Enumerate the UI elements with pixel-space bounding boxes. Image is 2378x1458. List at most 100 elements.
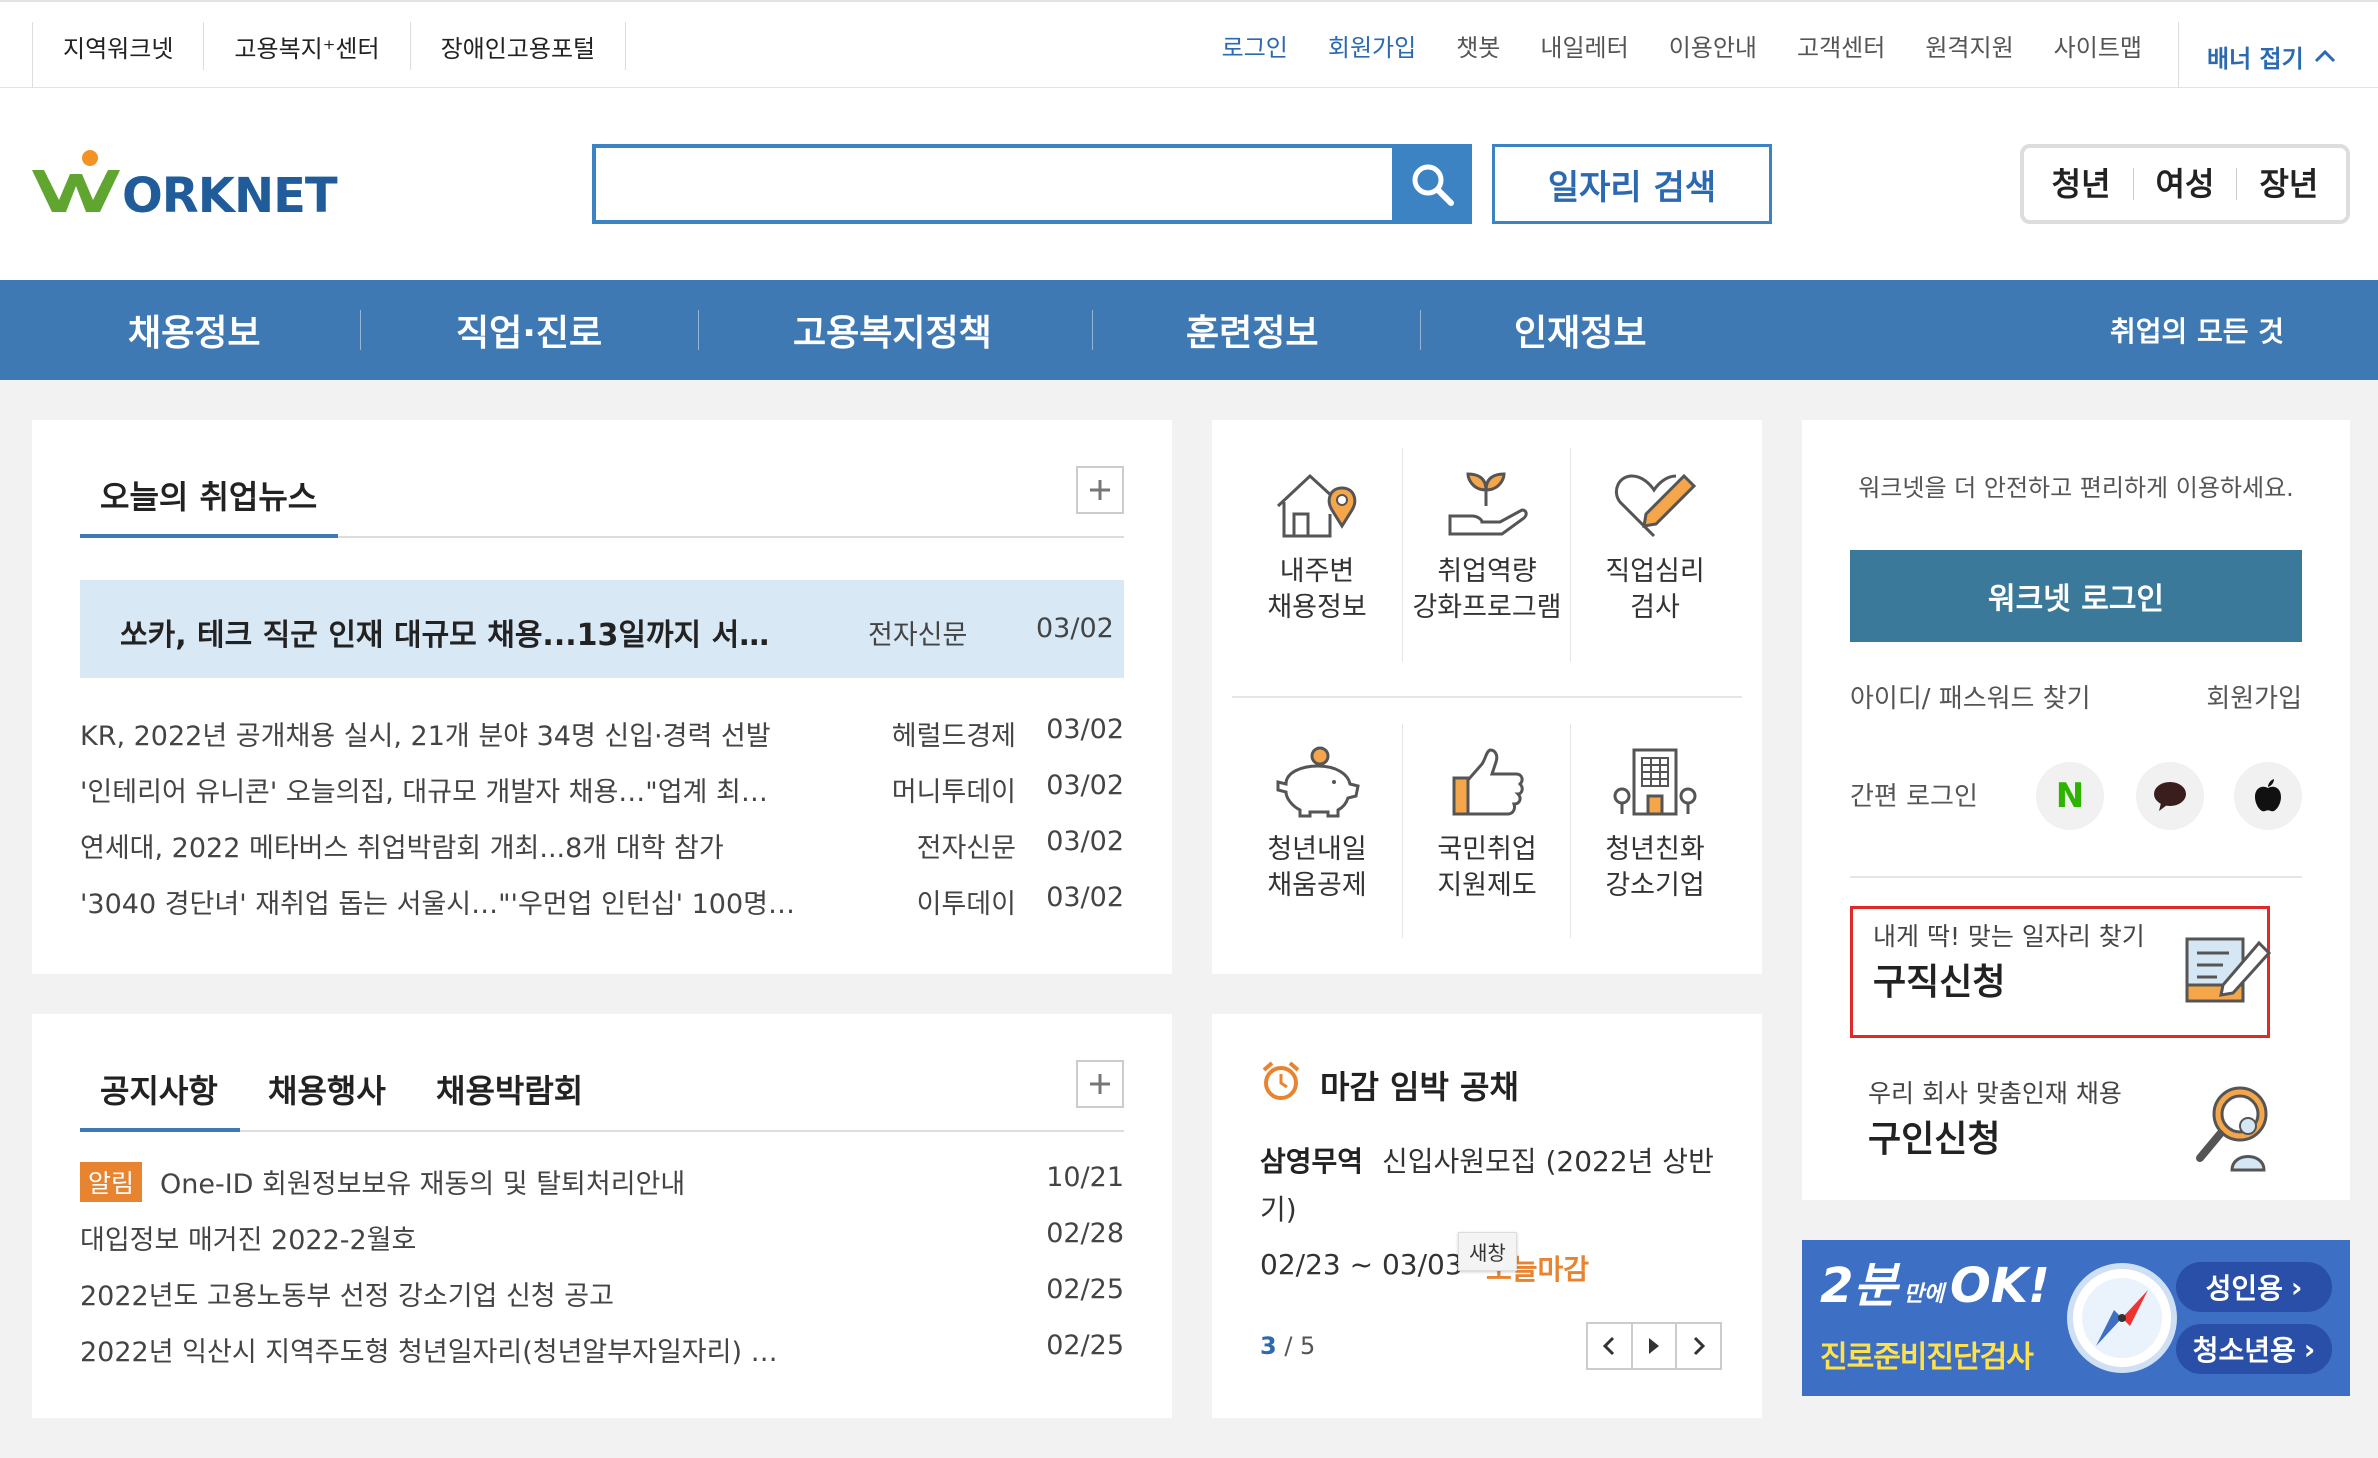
news-list-item[interactable]: '3040 경단녀' 재취업 돕는 서울시…"'우먼업 인턴십' 100명… 이…	[80, 882, 1124, 920]
notice-list-item[interactable]: 2022년도 고용노동부 선정 강소기업 신청 공고 02/25	[80, 1274, 1124, 1312]
news-date: 03/02	[1046, 826, 1124, 857]
sitemap-link[interactable]: 사이트맵	[2054, 28, 2142, 63]
banner-youth-button[interactable]: 청소년용 ›	[2176, 1324, 2332, 1374]
search-box	[592, 144, 1472, 224]
service-nearby-jobs[interactable]: 내주변 채용정보	[1232, 466, 1402, 626]
remote-support-link[interactable]: 원격지원	[1925, 28, 2013, 63]
worknet-logo[interactable]: ORKNET	[30, 148, 338, 220]
news-list-item[interactable]: 연세대, 2022 메타버스 취업박람회 개최...8개 대학 참가 전자신문 …	[80, 826, 1124, 864]
utility-bar: 지역워크넷 고용복지⁺센터 장애인고용포털 로그인 회원가입 챗봇 내일레터 이…	[0, 0, 2378, 90]
nav-training[interactable]: 훈련정보	[1186, 280, 1318, 380]
banner-headline-small: 만에	[1903, 1282, 1945, 1307]
quick-services-panel: 내주변 채용정보 취업역량 강화프로그램 직업심리 검사 청년내일 채움공제 국…	[1212, 420, 1762, 974]
nav-career[interactable]: 직업·진로	[456, 280, 602, 380]
notice-tab-active-bar	[80, 1128, 240, 1132]
service-label-line1: 국민취업	[1437, 834, 1537, 865]
nav-divider	[698, 310, 699, 350]
job-apply-title: 구직신청	[1873, 962, 2006, 1003]
job-search-button[interactable]: 일자리 검색	[1492, 144, 1772, 224]
nav-employment-info[interactable]: 채용정보	[128, 280, 260, 380]
service-psychology-test[interactable]: 직업심리 검사	[1570, 466, 1740, 626]
alert-badge: 알림	[80, 1162, 143, 1202]
signup-link[interactable]: 회원가입	[1328, 28, 1416, 63]
customer-center-link[interactable]: 고객센터	[1797, 28, 1885, 63]
news-list-item[interactable]: '인테리어 유니콘' 오늘의집, 대규모 개발자 채용…"업계 최… 머니투데이…	[80, 770, 1124, 808]
notice-panel: 공지사항 채용행사 채용박람회 알림 One-ID 회원정보보유 재동의 및 탈…	[32, 1014, 1172, 1418]
service-label-line2: 지원제도	[1437, 870, 1537, 901]
service-label-line1: 청년내일	[1267, 834, 1367, 865]
notice-list-item[interactable]: 2022년 익산시 지역주도형 청년일자리(청년알부자일자리) … 02/25	[80, 1330, 1124, 1368]
banner-adult-button[interactable]: 성인용 ›	[2176, 1262, 2332, 1312]
signup-link-panel[interactable]: 회원가입	[2206, 678, 2302, 715]
chevron-up-icon	[2314, 49, 2335, 63]
news-more-button[interactable]	[1076, 466, 1124, 514]
notice-list-item[interactable]: 알림 One-ID 회원정보보유 재동의 및 탈퇴처리안내 10/21	[80, 1162, 1124, 1202]
speech-bubble-icon	[2154, 782, 2186, 811]
heart-pencil-icon	[1615, 473, 1697, 538]
deadline-job-line2[interactable]: 기)	[1260, 1188, 1297, 1228]
news-list-item[interactable]: KR, 2022년 공개채용 실시, 21개 분야 34명 신입·경력 선발 헤…	[80, 714, 1124, 752]
service-national-employment[interactable]: 국민취업 지원제도	[1402, 744, 1572, 904]
service-youth-savings[interactable]: 청년내일 채움공제	[1232, 744, 1402, 904]
pager-next-button[interactable]	[1677, 1324, 1720, 1368]
nav-welfare-policy[interactable]: 고용복지정책	[793, 280, 992, 380]
age-tab-senior[interactable]: 장년	[2237, 168, 2340, 200]
news-title: '인테리어 유니콘' 오늘의집, 대규모 개발자 채용…"업계 최…	[80, 777, 768, 808]
deadline-company[interactable]: 삼영무역	[1260, 1140, 1363, 1180]
banner-headline-part1: 2분	[1820, 1258, 1898, 1314]
notice-title: 대입정보 매거진 2022-2월호	[80, 1225, 417, 1256]
search-input[interactable]	[596, 148, 1468, 220]
site-link-local[interactable]: 지역워크넷	[33, 22, 205, 70]
building-icon	[1613, 748, 1697, 816]
newsletter-link[interactable]: 내일레터	[1540, 28, 1628, 63]
hire-apply-title[interactable]: 구인신청	[1868, 1110, 2000, 1162]
nav-talent[interactable]: 인재정보	[1514, 280, 1646, 380]
find-id-password-link[interactable]: 아이디/ 패스워드 찾기	[1850, 678, 2091, 715]
news-tab-title[interactable]: 오늘의 취업뉴스	[100, 472, 317, 518]
service-label-line1: 내주변	[1279, 556, 1355, 587]
news-date: 03/02	[1046, 714, 1124, 745]
login-link[interactable]: 로그인	[1222, 28, 1288, 63]
age-group-tabs: 청년 여성 장년	[2020, 144, 2350, 224]
notice-list-item[interactable]: 대입정보 매거진 2022-2월호 02/28	[80, 1218, 1124, 1256]
featured-news-item[interactable]: 쏘카, 테크 직군 인재 대규모 채용...13일까지 서… 전자신문 03/0…	[80, 580, 1124, 678]
nav-all-menu[interactable]: 취업의 모든 것	[2110, 280, 2284, 380]
featured-news-title: 쏘카, 테크 직군 인재 대규모 채용...13일까지 서…	[120, 618, 770, 653]
header: ORKNET 일자리 검색 청년 여성 장년	[0, 88, 2378, 280]
chatbot-link[interactable]: 챗봇	[1456, 28, 1500, 63]
deadline-job-line1[interactable]: 신입사원모집 (2022년 상반	[1382, 1140, 1714, 1180]
news-date: 03/02	[1046, 882, 1124, 913]
age-tab-youth[interactable]: 청년	[2030, 168, 2134, 200]
notice-date: 02/28	[1046, 1218, 1124, 1249]
guide-link[interactable]: 이용안내	[1669, 28, 1757, 63]
career-test-banner[interactable]: 2분 만에 OK! 진로준비진단검사 성인용 › 청소년용 ›	[1802, 1240, 2350, 1396]
house-pin-icon	[1276, 473, 1357, 538]
naver-login-button[interactable]: N	[2036, 762, 2104, 830]
pager-play-button[interactable]	[1633, 1324, 1678, 1368]
main-navigation: 채용정보 직업·진로 고용복지정책 훈련정보 인재정보 취업의 모든 것	[0, 280, 2378, 380]
plus-icon	[1090, 1074, 1110, 1094]
kakao-login-button[interactable]	[2136, 762, 2204, 830]
site-link-welfare-center[interactable]: 고용복지⁺센터	[204, 22, 411, 70]
service-row-divider	[1232, 696, 1742, 698]
chevron-right-icon	[1693, 1336, 1705, 1356]
service-label-line1: 취업역량	[1437, 556, 1537, 587]
service-competency-program[interactable]: 취업역량 강화프로그램	[1402, 466, 1572, 626]
featured-news-source: 전자신문	[868, 620, 968, 651]
tab-notice[interactable]: 공지사항	[100, 1066, 218, 1112]
tab-hiring-events[interactable]: 채용행사	[268, 1066, 386, 1112]
worknet-login-button[interactable]: 워크넷 로그인	[1850, 550, 2302, 642]
fold-banner-button[interactable]: 배너 접기	[2178, 22, 2378, 90]
age-tab-women[interactable]: 여성	[2134, 168, 2238, 200]
service-youth-friendly-company[interactable]: 청년친화 강소기업	[1570, 744, 1740, 904]
pager-prev-button[interactable]	[1588, 1324, 1633, 1368]
hire-apply-subtitle[interactable]: 우리 회사 맞춤인재 채용	[1868, 1074, 2122, 1110]
tab-job-fair[interactable]: 채용박람회	[436, 1066, 583, 1112]
job-seeker-application[interactable]: 내게 딱! 맞는 일자리 찾기 구직신청	[1850, 906, 2272, 1038]
site-link-disabled-portal[interactable]: 장애인고용포털	[411, 22, 627, 70]
apple-login-button[interactable]	[2234, 762, 2302, 830]
plant-hand-icon	[1448, 472, 1528, 536]
notice-more-button[interactable]	[1076, 1060, 1124, 1108]
deadline-title: 마감 임박 공채	[1320, 1068, 1519, 1106]
search-button[interactable]	[1392, 144, 1472, 224]
